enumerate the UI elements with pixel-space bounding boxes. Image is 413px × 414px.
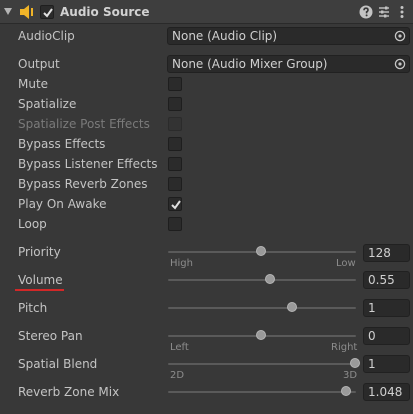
stereo-pan-label: Stereo Pan [18,329,83,343]
reverb-zone-mix-slider-track[interactable] [168,391,356,393]
checkmark-icon [171,200,181,210]
foldout-arrow-icon[interactable] [4,8,12,15]
spatialize-post-effects-checkbox [168,117,182,131]
help-icon[interactable] [358,4,374,20]
spatial-blend-max-label: 3D [343,370,358,381]
spatialize-checkbox[interactable] [168,97,182,111]
pitch-slider-track[interactable] [168,307,356,309]
speaker-icon [20,5,33,19]
component-title: Audio Source [60,5,150,19]
loop-label: Loop [18,217,47,231]
spatialize-post-effects-label: Spatialize Post Effects [18,117,150,131]
volume-value-field[interactable]: 0.55 [363,271,410,289]
bypass-effects-checkbox[interactable] [168,137,182,151]
reverb-zone-mix-value-field[interactable]: 1.048 [363,383,410,401]
reverb-zone-mix-slider-thumb[interactable] [340,386,351,396]
object-picker-icon[interactable] [394,30,406,42]
mute-checkbox[interactable] [168,77,182,91]
play-on-awake-label: Play On Awake [18,197,107,211]
component-header[interactable]: Audio Source [0,0,413,24]
volume-label: Volume [18,273,63,287]
priority-slider-thumb[interactable] [256,246,267,256]
inspector-panel: Audio Source AudioClip None (Audio Clip) [0,0,413,414]
context-menu-icon[interactable] [394,4,410,20]
bypass-listener-effects-label: Bypass Listener Effects [18,157,158,171]
spatial-blend-slider-track[interactable] [168,363,356,365]
spatialize-label: Spatialize [18,97,77,111]
priority-label: Priority [18,245,61,259]
presets-icon[interactable] [376,4,392,20]
play-on-awake-checkbox[interactable] [168,197,182,211]
object-picker-icon[interactable] [394,58,406,70]
bypass-effects-label: Bypass Effects [18,137,106,151]
priority-max-label: Low [336,258,356,269]
spatial-blend-slider-thumb[interactable] [350,358,360,368]
bypass-listener-effects-checkbox[interactable] [168,157,182,171]
spatial-blend-value-field[interactable]: 1 [363,355,410,373]
spatial-blend-label: Spatial Blend [18,357,98,371]
pitch-slider-thumb[interactable] [287,302,298,312]
stereo-pan-min-label: Left [170,342,189,353]
stereo-pan-max-label: Right [331,342,358,353]
pitch-value-field[interactable]: 1 [363,299,410,317]
audioclip-label: AudioClip [18,29,75,43]
pitch-label: Pitch [18,301,48,315]
output-field[interactable]: None (Audio Mixer Group) [167,55,410,73]
audioclip-value: None (Audio Clip) [172,29,278,43]
volume-highlight-underline [15,289,64,291]
priority-value-field[interactable]: 128 [363,244,410,262]
bypass-reverb-zones-checkbox[interactable] [168,177,182,191]
mute-label: Mute [18,77,49,91]
volume-slider-track[interactable] [168,279,356,281]
stereo-pan-slider-thumb[interactable] [256,330,266,340]
output-value: None (Audio Mixer Group) [172,57,328,71]
bypass-reverb-zones-label: Bypass Reverb Zones [18,177,148,191]
component-enabled-checkbox[interactable] [40,5,54,19]
stereo-pan-value-field[interactable]: 0 [363,327,410,345]
priority-min-label: High [170,258,193,269]
spatial-blend-min-label: 2D [170,370,185,381]
audioclip-field[interactable]: None (Audio Clip) [167,27,410,45]
loop-checkbox[interactable] [168,217,182,231]
output-label: Output [18,57,60,71]
reverb-zone-mix-label: Reverb Zone Mix [18,385,120,399]
volume-slider-thumb[interactable] [265,274,276,284]
checkmark-icon [43,8,53,18]
